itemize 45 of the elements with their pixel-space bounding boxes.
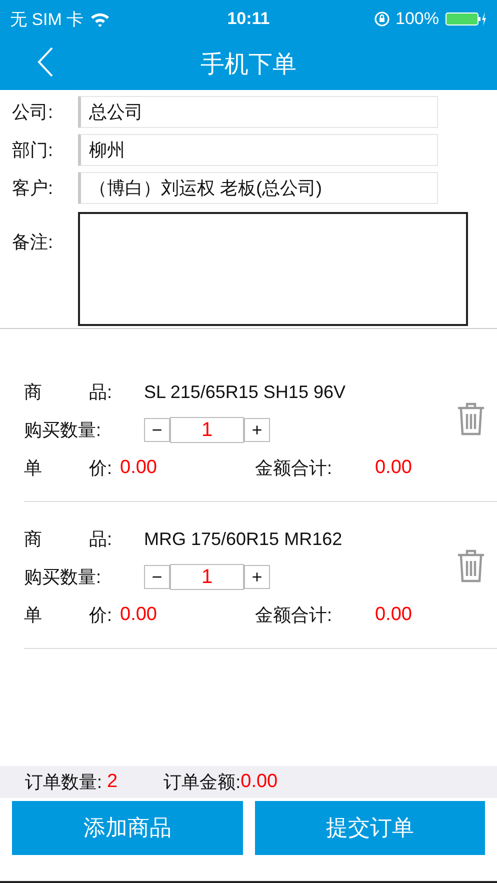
field-label: 单 — [24, 457, 42, 480]
decrease-button[interactable]: − — [144, 565, 170, 589]
field-label: 购买数量: — [24, 566, 102, 589]
product-name: SL 215/65R15 SH15 96V — [144, 382, 346, 402]
order-count: 2 — [107, 771, 118, 793]
order-amount: 0.00 — [240, 771, 278, 793]
quantity-field[interactable]: 1 — [170, 417, 244, 443]
battery-charging-icon — [444, 11, 487, 27]
trash-icon[interactable] — [455, 548, 487, 584]
input-field[interactable]: 柳州 — [78, 134, 438, 166]
input-field[interactable]: （博白）刘运权 老板(总公司) — [78, 172, 438, 204]
field-label: 品: — [88, 528, 112, 551]
unit-price: 0.00 — [120, 457, 157, 479]
page-title: 手机下单 — [200, 50, 296, 80]
field-label: 单 — [24, 604, 42, 627]
carrier-text: 无 SIM 卡 — [10, 8, 84, 30]
field-label: 价: — [88, 604, 112, 627]
status-time: 10:11 — [227, 9, 270, 29]
decrease-button[interactable]: − — [144, 418, 170, 442]
field-label: 购买数量: — [24, 419, 102, 442]
remark-textarea[interactable] — [78, 212, 468, 326]
field-label: 金额合计: — [254, 457, 333, 480]
summary-label: 订单数量: — [25, 771, 102, 794]
field-label: 客户: — [12, 177, 54, 200]
item-total: 0.00 — [374, 457, 412, 479]
field-label: 金额合计: — [254, 604, 333, 627]
field-label: 品: — [88, 381, 112, 404]
summary-label: 订单金额: — [164, 771, 241, 794]
increase-button[interactable]: + — [244, 418, 270, 442]
item-total: 0.00 — [374, 604, 412, 626]
field-label: 商 — [24, 528, 42, 551]
field-label: 价: — [88, 457, 112, 480]
trash-icon[interactable] — [455, 401, 487, 437]
input-field[interactable]: 总公司 — [78, 96, 438, 128]
wifi-icon — [90, 12, 110, 26]
product-name: MRG 175/60R15 MR162 — [144, 528, 342, 550]
field-label: 备注: — [12, 231, 54, 254]
quantity-field[interactable]: 1 — [170, 564, 244, 590]
field-label: 公司: — [12, 101, 54, 124]
field-label: 部门: — [12, 139, 54, 162]
field-label: 商 — [24, 381, 42, 404]
increase-button[interactable]: + — [244, 565, 270, 589]
battery-percent: 100% — [396, 9, 439, 29]
unit-price: 0.00 — [120, 604, 157, 626]
rotation-lock-icon — [374, 11, 390, 27]
